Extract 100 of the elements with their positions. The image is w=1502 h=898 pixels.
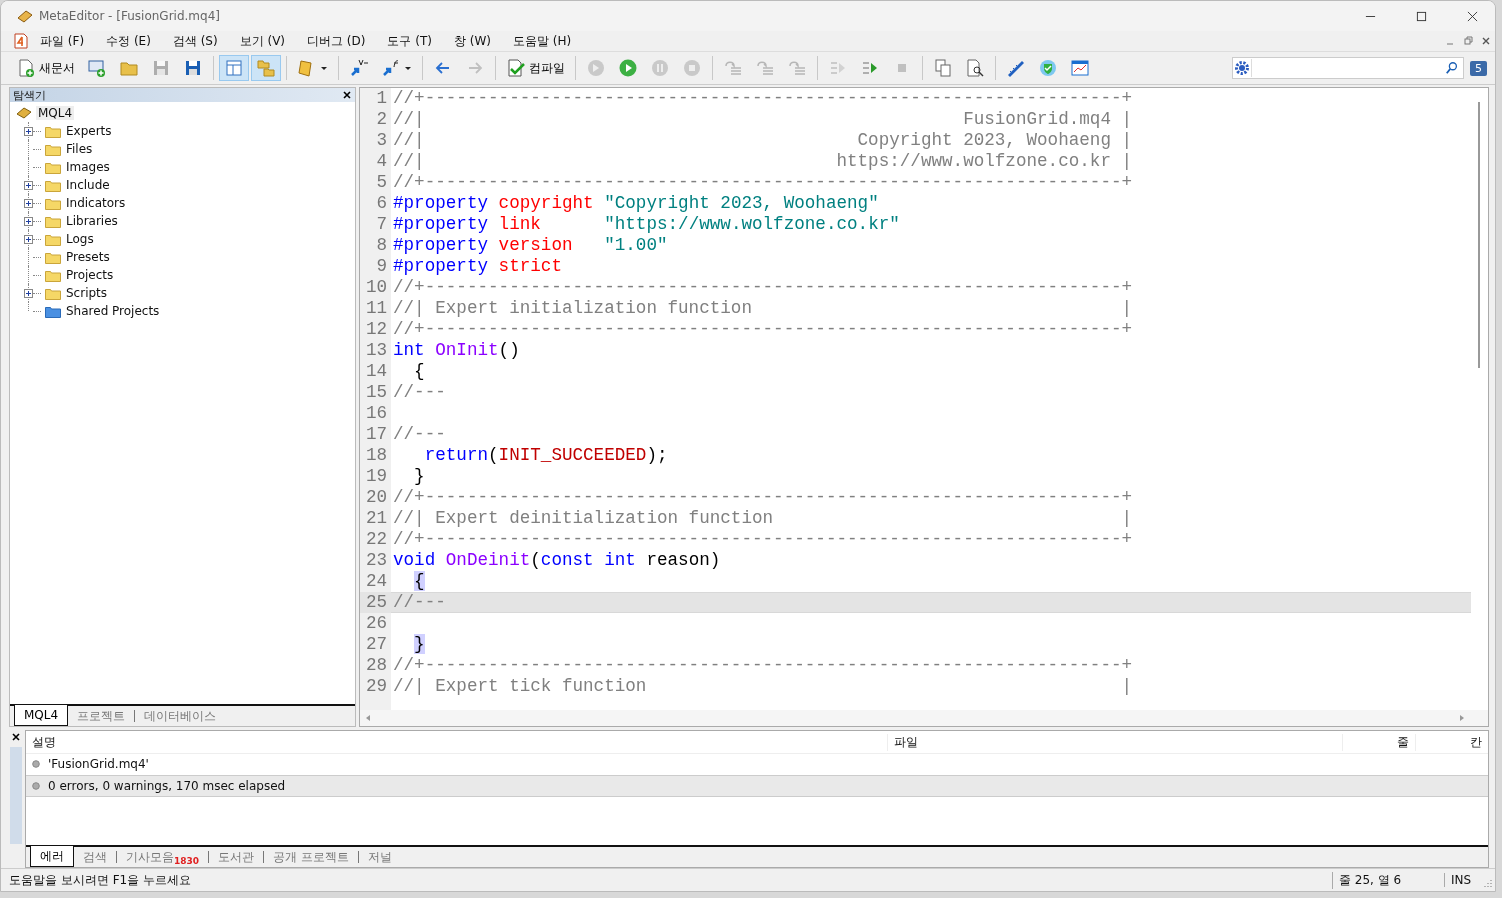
table-row[interactable]: 0 errors, 0 warnings, 170 msec elapsed xyxy=(26,775,1488,797)
scroll-left-icon[interactable] xyxy=(364,714,372,722)
close-icon[interactable] xyxy=(12,733,20,741)
line-number: 29 xyxy=(360,676,391,697)
code-line: //| Expert tick function | xyxy=(392,676,1133,697)
column-header[interactable]: 설명 xyxy=(26,733,888,751)
tree-item[interactable]: Presets xyxy=(66,250,110,264)
tab[interactable]: 데이터베이스 xyxy=(135,707,226,726)
menu-item[interactable]: 도움말 (H) xyxy=(502,32,583,50)
line-number: 1 xyxy=(360,88,391,109)
line-number: 9 xyxy=(360,256,391,277)
tree-item[interactable]: Libraries xyxy=(66,214,118,228)
message-text: 0 errors, 0 warnings, 170 msec elapsed xyxy=(48,779,286,793)
mdi-restore-icon[interactable] xyxy=(1463,36,1473,46)
tree-item[interactable]: Shared Projects xyxy=(66,304,160,318)
insert-mode: INS xyxy=(1444,873,1479,887)
line-number: 17 xyxy=(360,424,391,445)
column-header[interactable]: 줄 xyxy=(1343,733,1416,751)
maximize-icon[interactable] xyxy=(1416,10,1427,22)
tab[interactable]: 저널 xyxy=(358,848,401,867)
expand-icon[interactable] xyxy=(24,234,33,244)
tab[interactable]: MQL4 xyxy=(14,705,69,726)
column-header[interactable]: 파일 xyxy=(888,733,1343,751)
line-number: 12 xyxy=(360,319,391,340)
expand-icon[interactable] xyxy=(24,180,33,190)
code-line: //--- xyxy=(392,424,446,445)
gear-icon[interactable] xyxy=(1233,59,1252,77)
code-line: //--- xyxy=(392,382,446,403)
code-line: #property copyright "Copyright 2023, Woohaeng" xyxy=(392,193,879,214)
horizontal-scrollbar[interactable] xyxy=(360,710,1488,726)
expand-icon[interactable] xyxy=(24,216,33,226)
mdi-close-icon[interactable] xyxy=(1481,36,1491,46)
expand-icon[interactable] xyxy=(24,198,33,208)
line-number: 3 xyxy=(360,130,391,151)
line-number: 8 xyxy=(360,235,391,256)
line-number: 22 xyxy=(360,529,391,550)
code-line: #property strict xyxy=(392,256,562,277)
menu-item[interactable]: 도구 (T) xyxy=(376,32,443,50)
code-line: //+------------------------------------------------------------------+ xyxy=(392,655,1133,676)
tree-item[interactable]: Files xyxy=(66,142,93,156)
tab[interactable]: 검색 xyxy=(74,848,116,867)
tab[interactable]: 공개 프로젝트 xyxy=(264,848,358,867)
line-number: 4 xyxy=(360,151,391,172)
new-document-icon xyxy=(16,58,36,78)
toolbar-button[interactable]: 새문서 xyxy=(11,55,80,81)
tree-item[interactable]: Scripts xyxy=(66,286,108,300)
menu-item[interactable]: 디버그 (D) xyxy=(296,32,377,50)
compile-check-icon xyxy=(506,58,526,78)
tree-item[interactable]: Projects xyxy=(66,268,114,282)
tab[interactable]: 프로젝트 xyxy=(68,707,135,726)
tree-item[interactable]: MQL4 xyxy=(36,106,75,120)
scroll-right-icon[interactable] xyxy=(1458,714,1466,722)
document-icon xyxy=(13,33,29,49)
code-line: //+------------------------------------------------------------------+ xyxy=(392,88,1133,109)
line-number: 16 xyxy=(360,403,391,424)
menu-item[interactable]: 보기 (V) xyxy=(228,32,297,50)
code-line: //+------------------------------------------------------------------+ xyxy=(392,277,1133,298)
panel-title: 탐색기 xyxy=(13,87,46,103)
expand-icon[interactable] xyxy=(24,288,33,298)
tab[interactable]: 에러 xyxy=(30,846,74,867)
search-icon[interactable] xyxy=(1445,61,1459,75)
code-line: return(INIT_SUCCEEDED); xyxy=(423,445,668,466)
line-number: 5 xyxy=(360,172,391,193)
message-badge[interactable]: 5 xyxy=(1470,60,1487,76)
status-text: 도움말을 보시려면 F1을 누르세요 xyxy=(9,871,192,889)
line-number: 20 xyxy=(360,487,391,508)
expand-icon[interactable] xyxy=(24,126,33,136)
resize-grip-icon[interactable] xyxy=(1483,878,1493,888)
line-number: 7 xyxy=(360,214,391,235)
line-number: 2 xyxy=(360,109,391,130)
tab[interactable]: 기사모음$_{1830}$ xyxy=(117,848,209,867)
window-title: MetaEditor - [FusionGrid.mq4] xyxy=(39,9,220,23)
status-dot-icon xyxy=(32,782,40,790)
code-line: //| FusionGrid.mq4 | xyxy=(392,109,1133,130)
toolbar-button[interactable]: 컴파일 xyxy=(501,55,570,81)
folders-icon[interactable] xyxy=(251,55,281,81)
tree-item[interactable]: Experts xyxy=(66,124,112,138)
close-icon[interactable] xyxy=(343,91,351,99)
menu-item[interactable]: 파일 (F) xyxy=(29,32,96,50)
menu-item[interactable]: 검색 (S) xyxy=(161,32,229,50)
code-line: //| https://www.wolfzone.co.kr | xyxy=(392,151,1133,172)
search-field[interactable] xyxy=(1232,57,1464,79)
app-book-icon xyxy=(17,8,33,24)
line-number: 27 xyxy=(360,634,391,655)
close-icon[interactable] xyxy=(1467,10,1478,22)
line-number: 21 xyxy=(360,508,391,529)
tree-item[interactable]: Include xyxy=(66,178,110,192)
cursor-position: 줄 25, 열 6 xyxy=(1332,871,1444,889)
tree-item[interactable]: Indicators xyxy=(66,196,126,210)
line-number: 11 xyxy=(360,298,391,319)
menu-item[interactable]: 수정 (E) xyxy=(95,32,162,50)
tree-item[interactable]: Images xyxy=(66,160,110,174)
tab[interactable]: 도서관 xyxy=(209,848,264,867)
menu-item[interactable]: 창 (W) xyxy=(443,32,503,50)
line-number: 24 xyxy=(360,571,391,592)
line-number: 26 xyxy=(360,613,391,634)
line-number: 10 xyxy=(360,277,391,298)
column-header[interactable]: 칸 xyxy=(1416,733,1488,751)
tree-item[interactable]: Logs xyxy=(66,232,94,246)
navigator-panel-icon[interactable] xyxy=(219,55,249,81)
